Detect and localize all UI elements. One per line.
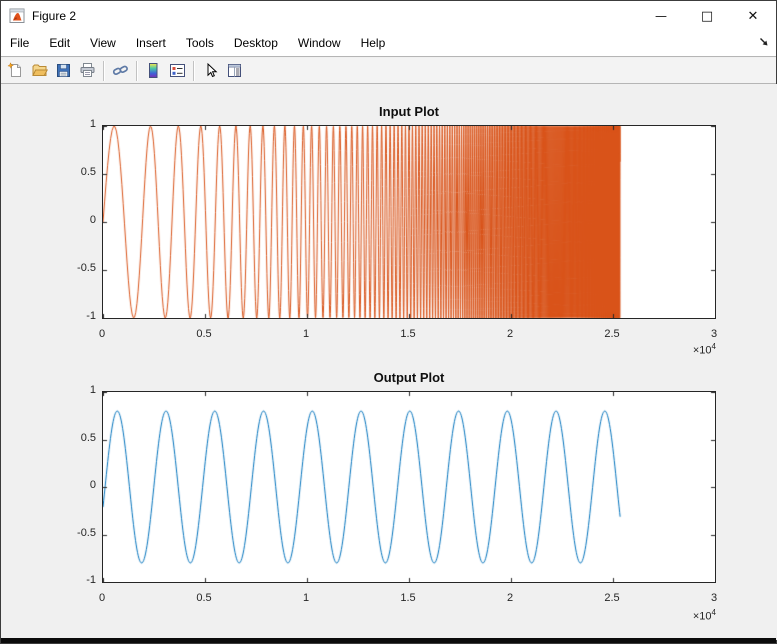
menu-view[interactable]: View (80, 32, 126, 55)
input-x-tick-label: 2 (486, 328, 534, 340)
figure-canvas-area: Input Plot Output Plot ×104 ×104 0 0.5 1 1.… (1, 84, 777, 640)
insert-legend-button[interactable] (165, 59, 189, 83)
maximize-button[interactable]: □ (684, 1, 730, 31)
output-y-tick-label: 1 (48, 384, 96, 396)
output-x-tick-label: 1.5 (384, 592, 432, 604)
menu-insert[interactable]: Insert (126, 32, 176, 55)
toolbar-separator (103, 61, 104, 81)
open-file-button[interactable] (27, 59, 51, 83)
window-title: Figure 2 (32, 9, 76, 23)
toolbar-separator (136, 61, 137, 81)
output-y-tick-label: 0.5 (48, 432, 96, 444)
input-x-exponent: ×104 (656, 342, 716, 357)
edit-plot-button[interactable] (198, 59, 222, 83)
property-inspector-icon (226, 62, 243, 79)
legend-icon (169, 62, 186, 79)
insert-colorbar-button[interactable] (141, 59, 165, 83)
input-y-tick-label: -1 (48, 310, 96, 322)
pointer-arrow-icon (202, 62, 219, 79)
toolbar-separator (193, 61, 194, 81)
output-y-tick-label: -1 (48, 574, 96, 586)
output-x-tick-label: 2.5 (588, 592, 636, 604)
input-x-tick-label: 1 (282, 328, 330, 340)
window-controls: — □ ✕ (638, 1, 776, 31)
output-plot-axes (102, 391, 716, 583)
input-y-tick-label: -0.5 (48, 262, 96, 274)
menu-tools[interactable]: Tools (176, 32, 224, 55)
matlab-figure-icon (9, 8, 25, 24)
close-button[interactable]: ✕ (730, 1, 776, 31)
colorbar-icon (145, 62, 162, 79)
figure-toolbar (1, 58, 776, 84)
input-x-tick-label: 3 (690, 328, 738, 340)
save-figure-button[interactable] (51, 59, 75, 83)
output-x-tick-label: 1 (282, 592, 330, 604)
input-y-tick-label: 0 (48, 214, 96, 226)
input-plot-canvas[interactable] (103, 126, 715, 318)
link-plot-button[interactable] (108, 59, 132, 83)
input-y-tick-label: 1 (48, 118, 96, 130)
input-x-tick-label: 1.5 (384, 328, 432, 340)
menu-edit[interactable]: Edit (39, 32, 80, 55)
menubar: File Edit View Insert Tools Desktop Wind… (1, 31, 776, 57)
menu-file[interactable]: File (1, 32, 39, 55)
open-folder-icon (31, 62, 48, 79)
output-y-tick-label: -0.5 (48, 527, 96, 539)
input-x-tick-label: 2.5 (588, 328, 636, 340)
output-x-tick-label: 0.5 (180, 592, 228, 604)
figure-window: Figure 2 — □ ✕ File Edit View Insert Too… (0, 0, 777, 644)
printer-icon (79, 62, 96, 79)
print-figure-button[interactable] (75, 59, 99, 83)
property-inspector-button[interactable] (222, 59, 246, 83)
input-plot-axes (102, 125, 716, 319)
menu-help[interactable]: Help (351, 32, 396, 55)
dock-figure-icon[interactable] (758, 36, 770, 48)
chain-link-icon (112, 62, 129, 79)
menu-desktop[interactable]: Desktop (224, 32, 288, 55)
output-x-tick-label: 0 (78, 592, 126, 604)
new-figure-icon (7, 62, 24, 79)
new-figure-button[interactable] (3, 59, 27, 83)
titlebar[interactable]: Figure 2 — □ ✕ (1, 1, 776, 31)
output-x-exponent: ×104 (656, 608, 716, 623)
output-y-tick-label: 0 (48, 479, 96, 491)
input-plot-title: Input Plot (102, 104, 716, 119)
menu-window[interactable]: Window (288, 32, 351, 55)
input-x-tick-label: 0 (78, 328, 126, 340)
input-x-tick-label: 0.5 (180, 328, 228, 340)
input-y-tick-label: 0.5 (48, 166, 96, 178)
output-x-tick-label: 3 (690, 592, 738, 604)
window-bottom-edge (1, 638, 776, 643)
minimize-button[interactable]: — (638, 1, 684, 31)
output-x-tick-label: 2 (486, 592, 534, 604)
save-floppy-icon (55, 62, 72, 79)
output-plot-title: Output Plot (102, 370, 716, 385)
output-plot-canvas[interactable] (103, 392, 715, 582)
